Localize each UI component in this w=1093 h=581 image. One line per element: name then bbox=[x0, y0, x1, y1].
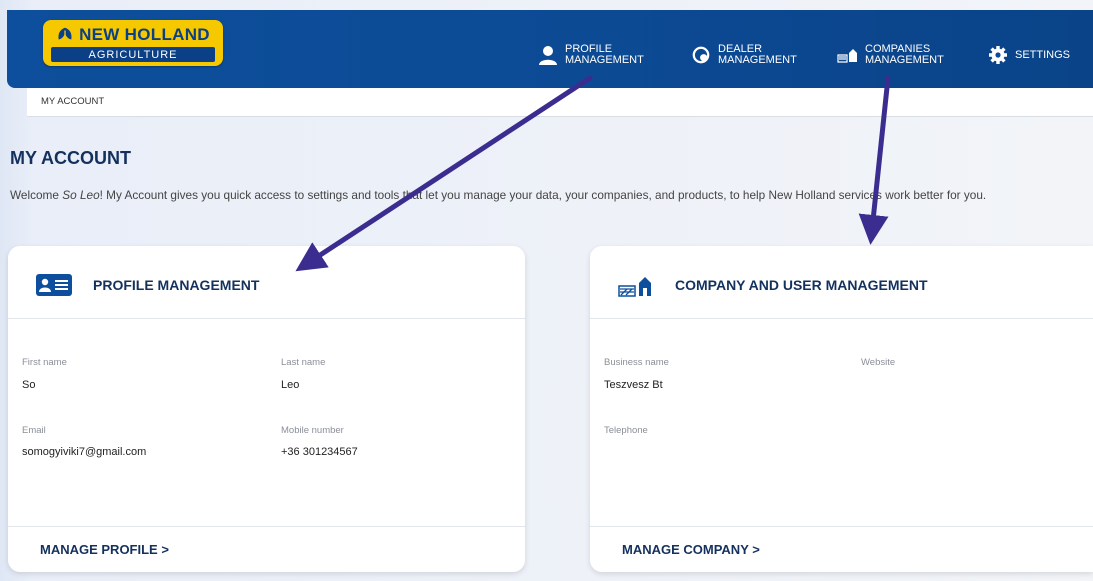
last-name-label: Last name bbox=[281, 357, 326, 368]
intro-post: ! My Account gives you quick access to s… bbox=[99, 188, 987, 202]
first-name-label: First name bbox=[22, 357, 67, 368]
new-holland-logo[interactable]: NEW HOLLAND AGRICULTURE bbox=[43, 20, 223, 66]
id-card-icon bbox=[36, 274, 72, 301]
profile-card-title: PROFILE MANAGEMENT bbox=[93, 277, 260, 293]
website-label: Website bbox=[861, 357, 896, 368]
manage-company-link[interactable]: MANAGE COMPANY > bbox=[622, 542, 760, 557]
nav-label-line1: SETTINGS bbox=[1015, 48, 1071, 61]
telephone-label: Telephone bbox=[604, 425, 648, 436]
top-header: NEW HOLLAND AGRICULTURE PROFILE MANAGEME… bbox=[7, 10, 1093, 88]
intro-text: Welcome So Leo! My Account gives you qui… bbox=[10, 189, 1080, 201]
email-label: Email bbox=[22, 425, 46, 436]
first-name-value: So bbox=[22, 379, 36, 391]
company-card-footer: MANAGE COMPANY > bbox=[590, 526, 1093, 572]
breadcrumb-bar: MY ACCOUNT bbox=[27, 88, 1093, 117]
nav-companies-management[interactable]: COMPANIES MANAGEMENT bbox=[837, 40, 944, 70]
logo-brand-text: NEW HOLLAND bbox=[79, 25, 210, 44]
business-name-value: Teszvesz Bt bbox=[604, 379, 663, 391]
last-name-value: Leo bbox=[281, 379, 300, 391]
page-title: MY ACCOUNT bbox=[10, 148, 131, 168]
farm-icon bbox=[618, 274, 654, 303]
mobile-value: +36 301234567 bbox=[281, 446, 358, 458]
nav-settings[interactable]: SETTINGS bbox=[987, 40, 1070, 70]
company-card: COMPANY AND USER MANAGEMENT Business nam… bbox=[590, 246, 1093, 572]
company-card-header: COMPANY AND USER MANAGEMENT bbox=[590, 246, 1093, 319]
intro-pre: Welcome bbox=[10, 188, 63, 202]
profile-card: PROFILE MANAGEMENT First name So Last na… bbox=[8, 246, 525, 572]
nav-label-line2: MANAGEMENT bbox=[865, 54, 944, 66]
company-card-title: COMPANY AND USER MANAGEMENT bbox=[675, 277, 928, 293]
nav-label-line2: MANAGEMENT bbox=[718, 54, 797, 66]
mobile-label: Mobile number bbox=[281, 425, 344, 436]
nav-profile-management[interactable]: PROFILE MANAGEMENT bbox=[537, 40, 644, 70]
nav-label-line2: MANAGEMENT bbox=[565, 54, 644, 66]
breadcrumb[interactable]: MY ACCOUNT bbox=[41, 96, 104, 107]
leaf-icon bbox=[58, 27, 72, 42]
profile-card-header: PROFILE MANAGEMENT bbox=[8, 246, 525, 319]
farm-icon bbox=[837, 44, 859, 66]
logo-sub-text: AGRICULTURE bbox=[51, 47, 215, 62]
person-icon bbox=[537, 44, 559, 66]
gear-icon bbox=[987, 44, 1009, 66]
profile-card-footer: MANAGE PROFILE > bbox=[8, 526, 525, 572]
intro-user-name: So Leo bbox=[62, 188, 100, 202]
nav-dealer-management[interactable]: DEALER MANAGEMENT bbox=[690, 40, 797, 70]
dealer-icon bbox=[690, 44, 712, 66]
manage-profile-link[interactable]: MANAGE PROFILE > bbox=[40, 542, 169, 557]
email-value: somogyiviki7@gmail.com bbox=[22, 446, 147, 458]
business-name-label: Business name bbox=[604, 357, 669, 368]
